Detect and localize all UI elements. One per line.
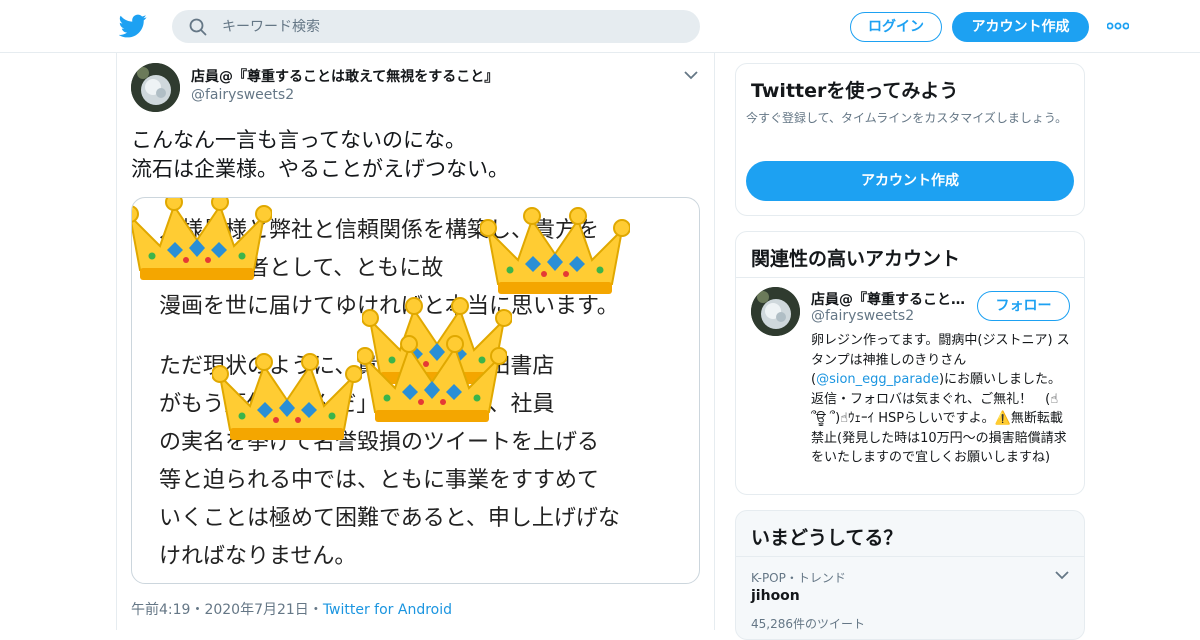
twitter-bird-icon[interactable]	[119, 12, 147, 40]
login-button[interactable]: ログイン	[850, 12, 942, 42]
tweet-image[interactable]: 人様曼様と弊社と信頼関係を構築し、貴方を 権利継承者として、ともに故 先生の 漫…	[131, 197, 700, 584]
bio-mention-link[interactable]: @sion_egg_parade	[816, 372, 939, 387]
chevron-down-icon[interactable]	[683, 69, 699, 81]
signup-card: Twitterを使ってみよう 今すぐ登録して、タイムラインをカスタマイズしましょ…	[735, 63, 1085, 216]
follow-button[interactable]: フォロー	[977, 291, 1070, 321]
signup-card-desc: 今すぐ登録して、タイムラインをカスタマイズしましょう。	[746, 111, 1068, 125]
tweet-timestamp: 午前4:19・2020年7月21日・Twitter for Android	[131, 599, 452, 619]
account-handle[interactable]: @fairysweets2	[811, 308, 914, 324]
crown-emoji	[480, 202, 630, 297]
divider	[736, 556, 1084, 557]
avatar[interactable]	[751, 287, 800, 336]
trend-tweet-count: 45,286件のツイート	[751, 617, 865, 631]
crown-emoji	[357, 330, 507, 425]
avatar-image	[131, 63, 180, 112]
tweet-source-link[interactable]: Twitter for Android	[323, 602, 452, 618]
top-bar: ログイン アカウント作成	[0, 0, 1200, 53]
image-text-line: 等と迫られる中では、ともに事業をすすめて	[159, 468, 600, 493]
related-accounts-card: 関連性の高いアカウント 店員@『尊重することは敢えて無視をすること』 @fair…	[735, 231, 1085, 495]
chevron-down-icon[interactable]	[1054, 569, 1070, 581]
account-name[interactable]: 店員@『尊重することは敢えて無視をすること』	[811, 289, 971, 309]
tweet-date[interactable]: 2020年7月21日	[204, 602, 308, 618]
signup-card-button[interactable]: アカウント作成	[746, 161, 1074, 201]
tweet-author-name[interactable]: 店員@『尊重することは敢えて無視をすること』	[191, 66, 498, 86]
related-accounts-title: 関連性の高いアカウント	[751, 248, 961, 270]
trend-name[interactable]: jihoon	[751, 588, 800, 604]
search-input[interactable]	[222, 10, 682, 43]
avatar-image	[751, 287, 800, 336]
tweet-author-handle[interactable]: @fairysweets2	[191, 87, 294, 103]
trend-category: K-POP・トレンド	[751, 571, 846, 585]
more-dots-icon[interactable]	[1107, 21, 1129, 31]
tweet-text-line: 流石は企業様。やることがえげつない。	[131, 157, 509, 181]
search-box[interactable]	[172, 10, 700, 43]
separator: ・	[308, 602, 323, 618]
crown-emoji	[131, 197, 272, 283]
image-text-line: ければなりません。	[159, 544, 357, 569]
tweet-column: 店員@『尊重することは敢えて無視をすること』 @fairysweets2 こんな…	[116, 53, 715, 630]
separator: ・	[190, 602, 205, 618]
image-text-line: いくことは極めて困難であると、申し上げげな	[159, 506, 620, 531]
crown-emoji	[212, 348, 362, 443]
signup-card-title: Twitterを使ってみよう	[751, 80, 959, 102]
tweet-text-line: こんなん一言も言ってないのにな。	[131, 128, 466, 152]
tweet-time[interactable]: 午前4:19	[131, 602, 190, 618]
divider	[736, 277, 1084, 278]
tweet-text: こんなん一言も言ってないのにな。 流石は企業様。やることがえげつない。	[131, 126, 701, 184]
account-bio: 卵レジン作ってます。闘病中(ジストニア) スタンプは神推しのきりさん(@sion…	[811, 331, 1073, 468]
trends-card: いまどうしてる？ K-POP・トレンド jihoon 45,286件のツイート	[735, 510, 1085, 640]
trends-title: いまどうしてる？	[751, 527, 903, 549]
avatar[interactable]	[131, 63, 180, 112]
search-icon	[189, 18, 207, 36]
signup-button[interactable]: アカウント作成	[952, 12, 1089, 42]
